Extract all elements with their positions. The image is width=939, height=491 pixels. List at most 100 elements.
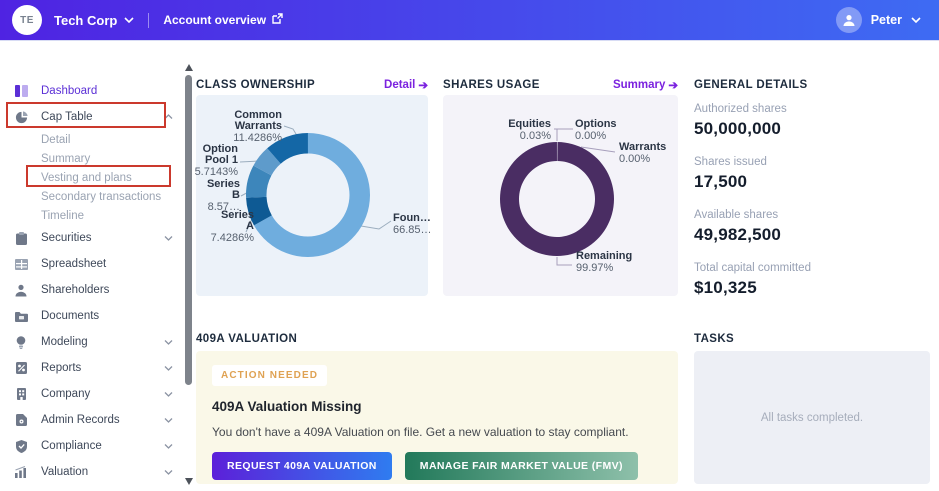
sidebar-subitem-vesting-and-plans[interactable]: Vesting and plans	[0, 168, 183, 187]
sidebar-item-label: Cap Table	[41, 111, 93, 123]
section-title: GENERAL DETAILS	[694, 79, 808, 91]
valuation-missing-body: You don't have a 409A Valuation on file.…	[212, 425, 662, 439]
sidebar-item-compliance[interactable]: Compliance	[0, 433, 183, 459]
sidebar-subitem-detail[interactable]: Detail	[0, 130, 183, 149]
stat-available-shares: Available shares 49,982,500	[694, 209, 930, 245]
scrollbar-thumb[interactable]	[185, 75, 192, 385]
sidebar-subitem-secondary-transactions[interactable]: Secondary transactions	[0, 187, 183, 206]
shares-usage-header: SHARES USAGE Summary ➔	[443, 77, 678, 93]
user-avatar[interactable]	[836, 7, 862, 33]
sidebar-item-label: Dashboard	[41, 85, 97, 97]
stat-total-capital-committed: Total capital committed $10,325	[694, 262, 930, 298]
donut-label-name: Warrants	[619, 142, 666, 153]
donut-label-value: 11.4286%	[233, 133, 282, 144]
sidebar-item-securities[interactable]: Securities	[0, 225, 183, 251]
link-label: Detail	[384, 79, 415, 91]
chevron-down-icon	[164, 339, 173, 345]
sidebar-subitem-summary[interactable]: Summary	[0, 149, 183, 168]
section-title: SHARES USAGE	[443, 79, 540, 91]
chevron-down-icon	[164, 417, 173, 423]
donut-label-name: OptionPool 1	[195, 144, 238, 166]
donut-label-options: Options0.00%	[575, 119, 617, 142]
donut-label-remaining: Remaining99.97%	[576, 251, 632, 274]
donut-label-series-a: SeriesA7.4286%	[211, 210, 254, 244]
sidebar-item-label: Shareholders	[41, 284, 109, 296]
donut-label-value: 5.7143%	[195, 167, 238, 178]
arrow-right-icon: ➔	[668, 78, 678, 92]
chart-labels: Foun…66.85…SeriesA7.4286%SeriesB8.57…Opt…	[196, 95, 428, 296]
donut-label-value: 8.57…	[207, 202, 240, 213]
section-title: 409A VALUATION	[196, 333, 297, 345]
sidebar-item-valuation[interactable]: Valuation	[0, 459, 183, 485]
scrollbar-down-arrow[interactable]	[185, 478, 193, 485]
sidebar-item-documents[interactable]: Documents	[0, 303, 183, 329]
sidebar-subitem-label: Vesting and plans	[41, 172, 132, 184]
sidebar-item-label: Documents	[41, 310, 99, 322]
dashboard-icon	[13, 85, 29, 97]
sidebar-item-company[interactable]: Company	[0, 381, 183, 407]
sidebar-subitem-label: Timeline	[41, 210, 84, 222]
chevron-down-icon	[164, 443, 173, 449]
folder-icon	[13, 311, 29, 322]
donut-label-foun-: Foun…66.85…	[393, 213, 432, 236]
external-link-icon	[272, 13, 283, 27]
chevron-down-icon	[164, 235, 173, 241]
sidebar-subitem-timeline[interactable]: Timeline	[0, 206, 183, 225]
sidebar-item-dashboard[interactable]: Dashboard	[0, 78, 183, 104]
stat-shares-issued: Shares issued 17,500	[694, 156, 930, 192]
stat-value: 49,982,500	[694, 225, 930, 245]
sidebar-item-cap-table[interactable]: Cap Table	[0, 104, 183, 130]
sidebar-subitem-label: Detail	[41, 134, 70, 146]
report-icon	[13, 362, 29, 374]
donut-label-series-b: SeriesB8.57…	[207, 179, 240, 213]
chevron-down-icon[interactable]	[911, 17, 921, 23]
stat-label: Available shares	[694, 209, 930, 221]
user-menu[interactable]: Peter	[871, 13, 902, 27]
tasks-empty-message: All tasks completed.	[761, 412, 863, 424]
shield-check-icon	[13, 440, 29, 453]
sidebar-item-label: Reports	[41, 362, 81, 374]
chevron-up-icon	[164, 114, 173, 120]
sidebar-item-admin-records[interactable]: Admin Records	[0, 407, 183, 433]
vertical-scrollbar[interactable]	[183, 41, 195, 491]
request-409a-valuation-button[interactable]: REQUEST 409A VALUATION	[212, 452, 392, 480]
table-icon	[13, 259, 29, 270]
manage-fmv-button[interactable]: MANAGE FAIR MARKET VALUE (FMV)	[405, 452, 638, 480]
donut-label-name: SeriesA	[211, 210, 254, 232]
account-overview-link[interactable]: Account overview	[163, 13, 283, 27]
company-logo[interactable]: TE	[12, 5, 42, 35]
topbar-divider	[148, 13, 149, 28]
pie-chart-icon	[13, 111, 29, 124]
sidebar-item-shareholders[interactable]: Shareholders	[0, 277, 183, 303]
link-label: Summary	[613, 79, 665, 91]
scrollbar-up-arrow[interactable]	[185, 64, 193, 71]
donut-label-value: 7.4286%	[211, 233, 254, 244]
stat-value: 17,500	[694, 172, 930, 192]
chevron-down-icon[interactable]	[124, 17, 134, 23]
sidebar-subitem-label: Secondary transactions	[41, 191, 161, 203]
tasks-card: All tasks completed.	[694, 351, 930, 484]
chevron-down-icon	[164, 469, 173, 475]
sidebar-item-spreadsheet[interactable]: Spreadsheet	[0, 251, 183, 277]
general-details-header: GENERAL DETAILS	[694, 77, 930, 93]
donut-label-name: SeriesB	[207, 179, 240, 201]
donut-label-name: Options	[575, 119, 617, 130]
person-icon	[13, 284, 29, 297]
sidebar-item-label: Securities	[41, 232, 92, 244]
stat-authorized-shares: Authorized shares 50,000,000	[694, 103, 930, 139]
sidebar-item-label: Valuation	[41, 466, 88, 478]
account-overview-label: Account overview	[163, 13, 266, 27]
donut-label-option-pool-1: OptionPool 15.7143%	[195, 144, 238, 178]
class-ownership-chart: Foun…66.85…SeriesA7.4286%SeriesB8.57…Opt…	[196, 95, 428, 296]
sidebar-item-reports[interactable]: Reports	[0, 355, 183, 381]
sidebar-item-modeling[interactable]: Modeling	[0, 329, 183, 355]
class-ownership-detail-link[interactable]: Detail ➔	[384, 78, 428, 92]
sidebar-item-label: Spreadsheet	[41, 258, 106, 270]
shares-usage-summary-link[interactable]: Summary ➔	[613, 78, 678, 92]
valuation-missing-heading: 409A Valuation Missing	[212, 399, 662, 414]
section-title: CLASS OWNERSHIP	[196, 79, 315, 91]
topbar: TE Tech Corp Account overview Peter	[0, 0, 939, 41]
general-details-panel: Authorized shares 50,000,000 Shares issu…	[694, 103, 930, 315]
stat-label: Authorized shares	[694, 103, 930, 115]
company-switcher[interactable]: Tech Corp	[54, 13, 117, 28]
